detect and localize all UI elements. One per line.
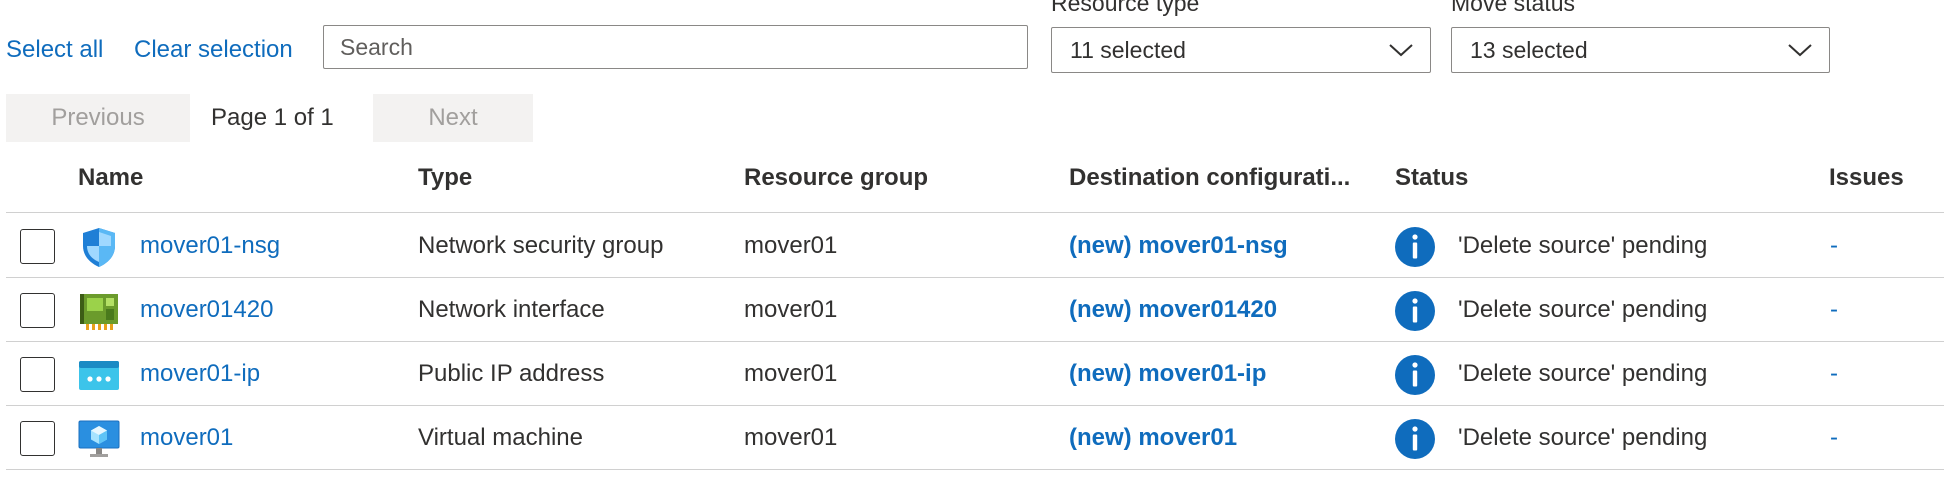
info-icon — [1395, 227, 1435, 267]
select-all-link[interactable]: Select all — [6, 36, 103, 64]
move-status-dropdown[interactable]: 13 selected — [1451, 27, 1830, 73]
status-text: 'Delete source' pending — [1458, 296, 1708, 323]
destination-config-link[interactable]: (new) mover01 — [1069, 424, 1237, 452]
chevron-down-icon — [1389, 44, 1413, 57]
resource-name-link[interactable]: mover01-ip — [140, 360, 260, 388]
previous-button[interactable]: Previous — [6, 94, 190, 142]
resource-type-cell: Virtual machine — [418, 424, 583, 451]
destination-config-link[interactable]: (new) mover01-ip — [1069, 360, 1266, 388]
table-row[interactable]: mover01-ip Public IP address mover01 (ne… — [6, 342, 1944, 406]
row-checkbox[interactable] — [20, 293, 55, 328]
resource-type-dropdown[interactable]: 11 selected — [1051, 27, 1431, 73]
issues-link[interactable]: - — [1830, 424, 1838, 452]
resource-type-value: 11 selected — [1070, 36, 1186, 63]
info-icon — [1395, 291, 1435, 331]
column-header-name[interactable]: Name — [78, 164, 143, 192]
column-header-status[interactable]: Status — [1395, 164, 1468, 192]
resource-name-link[interactable]: mover01420 — [140, 296, 273, 324]
table-row[interactable]: mover01 Virtual machine mover01 (new) mo… — [6, 406, 1944, 470]
column-header-type[interactable]: Type — [418, 164, 472, 192]
page-indicator: Page 1 of 1 — [211, 104, 334, 131]
public-ip-address-icon — [79, 361, 119, 390]
chevron-down-icon — [1788, 44, 1812, 57]
row-checkbox[interactable] — [20, 229, 55, 264]
search-input[interactable] — [323, 25, 1028, 69]
info-icon — [1395, 419, 1435, 459]
info-icon — [1395, 355, 1435, 395]
resource-group-cell: mover01 — [744, 360, 838, 387]
column-header-destination[interactable]: Destination configurati... — [1069, 164, 1350, 192]
column-header-resource-group[interactable]: Resource group — [744, 164, 928, 192]
status-text: 'Delete source' pending — [1458, 360, 1708, 387]
resource-type-cell: Network security group — [418, 232, 664, 259]
network-interface-icon — [80, 294, 118, 330]
issues-link[interactable]: - — [1830, 296, 1838, 324]
row-checkbox[interactable] — [20, 421, 55, 456]
move-status-value: 13 selected — [1470, 36, 1588, 63]
status-text: 'Delete source' pending — [1458, 232, 1708, 259]
resource-type-label: Resource type — [1051, 0, 1200, 16]
resource-group-cell: mover01 — [744, 296, 838, 323]
row-checkbox[interactable] — [20, 357, 55, 392]
issues-link[interactable]: - — [1830, 360, 1838, 388]
resource-name-link[interactable]: mover01 — [140, 424, 233, 452]
next-button[interactable]: Next — [373, 94, 533, 142]
table-row[interactable]: mover01-nsg Network security group mover… — [6, 214, 1944, 278]
virtual-machine-icon — [78, 420, 120, 457]
issues-link[interactable]: - — [1830, 232, 1838, 260]
resource-name-link[interactable]: mover01-nsg — [140, 232, 280, 260]
resource-group-cell: mover01 — [744, 424, 838, 451]
status-text: 'Delete source' pending — [1458, 424, 1708, 451]
header-divider — [6, 212, 1944, 213]
resource-type-cell: Public IP address — [418, 360, 605, 387]
destination-config-link[interactable]: (new) mover01420 — [1069, 296, 1277, 324]
clear-selection-link[interactable]: Clear selection — [134, 36, 293, 64]
column-header-issues[interactable]: Issues — [1829, 164, 1904, 192]
resource-type-cell: Network interface — [418, 296, 605, 323]
resource-group-cell: mover01 — [744, 232, 838, 259]
move-status-label: Move status — [1451, 0, 1575, 16]
destination-config-link[interactable]: (new) mover01-nsg — [1069, 232, 1288, 260]
network-security-group-icon — [83, 228, 115, 267]
table-row[interactable]: mover01420 Network interface mover01 (ne… — [6, 278, 1944, 342]
